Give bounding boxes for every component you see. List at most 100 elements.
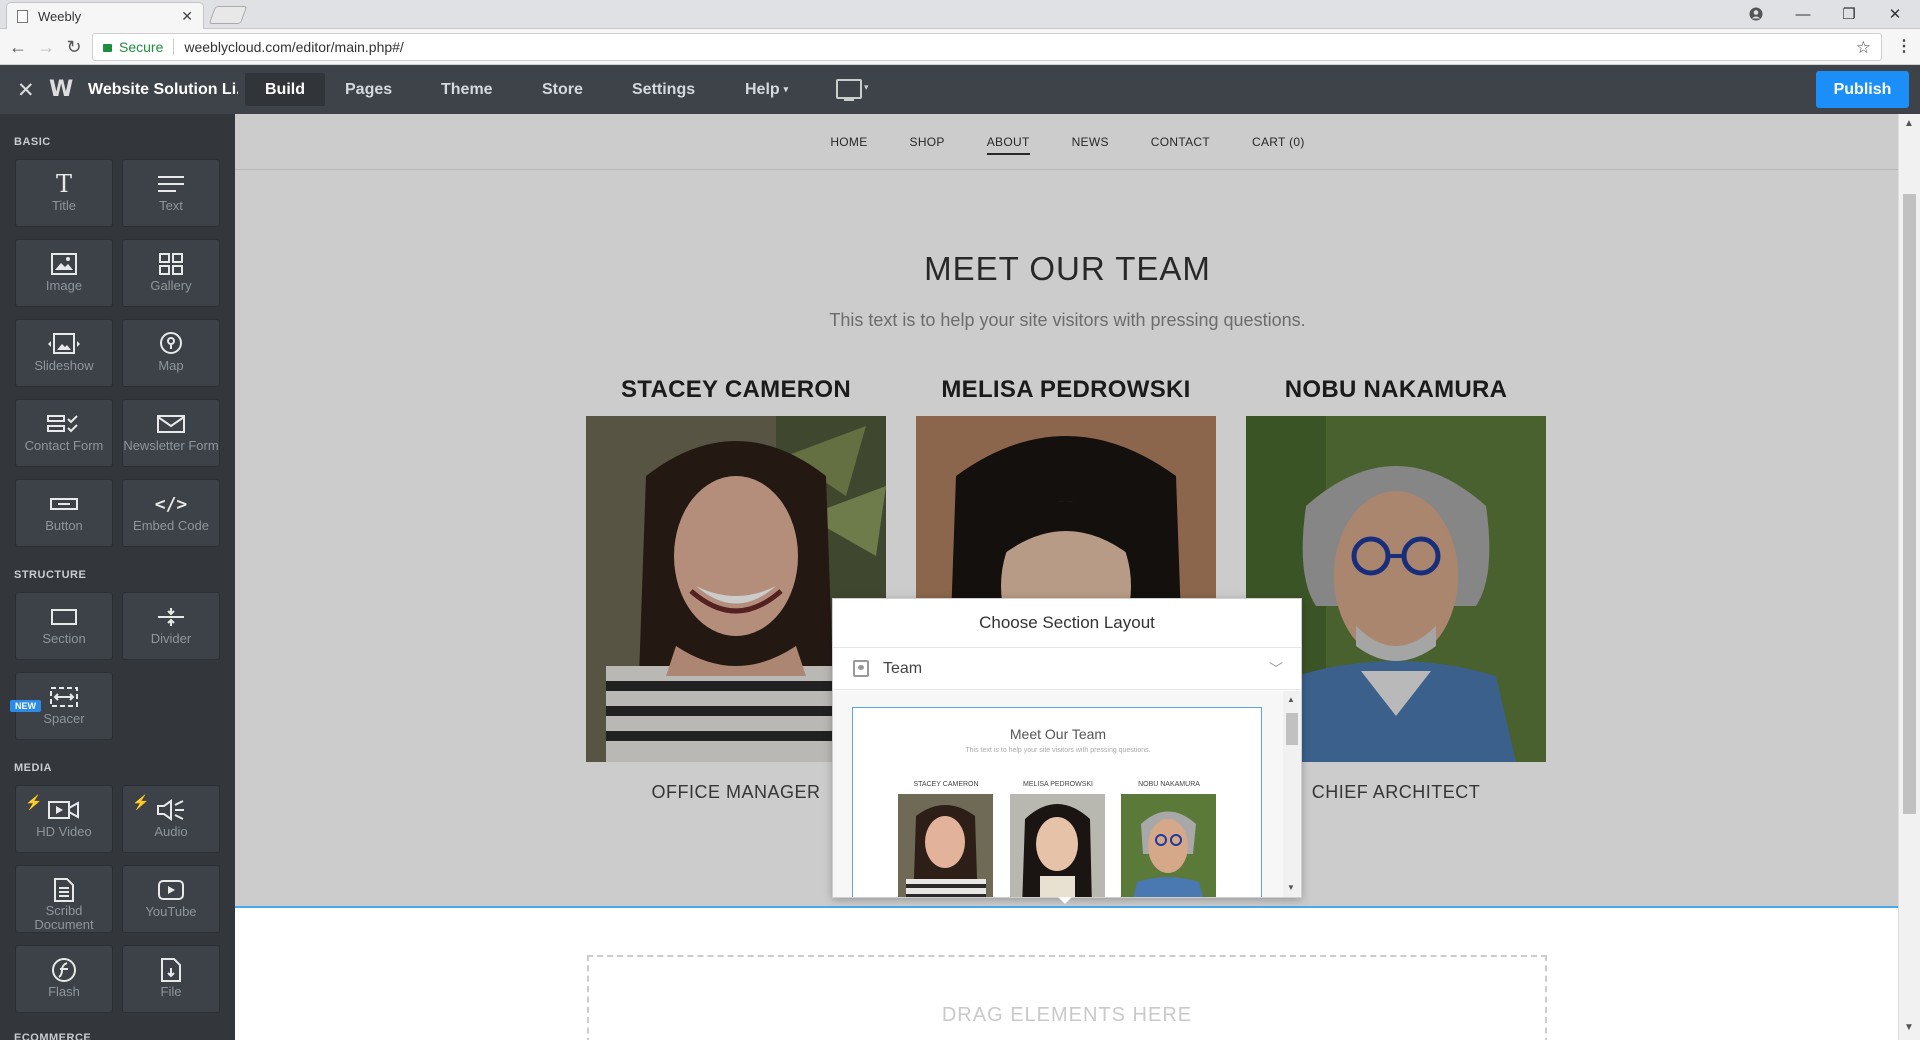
tab-help[interactable]: Help ▾ — [725, 73, 808, 106]
title-icon: T — [55, 170, 72, 198]
editor-topbar: ✕ W Website Solution Li... Build Pages T… — [0, 65, 1920, 114]
new-tab-button[interactable] — [208, 6, 248, 24]
element-audio[interactable]: ⚡ Audio — [122, 785, 220, 853]
element-label: Newsletter Form — [123, 438, 219, 453]
element-gallery[interactable]: Gallery — [122, 239, 220, 307]
layout-list: Meet Our Team This text is to help your … — [833, 691, 1301, 897]
gallery-grid-icon — [159, 251, 183, 277]
slideshow-icon — [45, 331, 83, 357]
drop-zone[interactable]: DRAG ELEMENTS HERE — [587, 955, 1547, 1040]
canvas-scrollbar[interactable]: ▲ ▼ — [1898, 114, 1920, 1040]
chevron-down-icon: ▾ — [783, 84, 789, 94]
layout-preview-subtitle: This text is to help your site visitors … — [965, 747, 1151, 754]
browser-menu-icon[interactable]: ⋮ — [1896, 36, 1912, 56]
popup-title: Choose Section Layout — [833, 599, 1301, 648]
text-lines-icon — [158, 171, 184, 197]
profile-icon[interactable] — [1733, 0, 1779, 28]
element-newsletter-form[interactable]: Newsletter Form — [122, 399, 220, 467]
element-divider[interactable]: Divider — [122, 592, 220, 660]
maximize-button[interactable]: ❐ — [1826, 0, 1872, 28]
element-map[interactable]: Map — [122, 319, 220, 387]
forward-icon[interactable]: → — [34, 35, 58, 59]
browser-toolbar: ← → ↻ Secure weeblycloud.com/editor/main… — [0, 29, 1920, 65]
scrollbar-thumb[interactable] — [1286, 713, 1298, 745]
tab-settings[interactable]: Settings — [612, 73, 715, 106]
element-image[interactable]: Image — [15, 239, 113, 307]
envelope-icon — [157, 411, 185, 437]
back-icon[interactable]: ← — [6, 35, 30, 59]
element-label: Map — [158, 358, 184, 373]
element-label: Divider — [150, 631, 192, 646]
tab-close-icon[interactable]: ✕ — [181, 8, 193, 25]
minimize-button[interactable]: — — [1780, 0, 1826, 28]
element-file[interactable]: File — [122, 945, 220, 1013]
secure-label: Secure — [119, 39, 164, 55]
layout-option-team[interactable]: Meet Our Team This text is to help your … — [852, 707, 1262, 897]
element-youtube[interactable]: YouTube — [122, 865, 220, 933]
layout-preview-title: Meet Our Team — [1009, 726, 1107, 742]
element-hd-video[interactable]: ⚡ HD Video — [15, 785, 113, 853]
layout-preview-name: MELISA PEDROWSKI — [1022, 781, 1094, 788]
page-icon — [17, 9, 28, 23]
scroll-up-icon[interactable]: ▲ — [1287, 695, 1295, 704]
elements-sidebar: BASIC T Title Text Image Gallery Slidesh… — [0, 114, 235, 1040]
browser-tab[interactable]: Weebly ✕ — [6, 2, 204, 29]
address-separator — [173, 39, 175, 55]
popup-pointer — [1058, 897, 1072, 904]
tab-store[interactable]: Store — [522, 73, 603, 106]
browser-tab-bar: Weebly ✕ — ❐ ✕ — [0, 0, 1920, 29]
element-label: HD Video — [36, 824, 92, 839]
element-embed-code[interactable]: </> Embed Code — [122, 479, 220, 547]
spacer-icon — [50, 684, 78, 710]
element-scribd-document[interactable]: Scribd Document — [15, 865, 113, 933]
divider-icon — [157, 604, 185, 630]
scroll-up-icon[interactable]: ▲ — [1904, 118, 1914, 129]
scroll-down-icon[interactable]: ▼ — [1287, 883, 1295, 892]
layout-list-scrollbar[interactable]: ▲ ▼ — [1283, 691, 1301, 897]
element-label: Flash — [48, 984, 80, 999]
tab-theme-label: Theme — [441, 80, 493, 98]
element-button[interactable]: Button — [15, 479, 113, 547]
tab-pages[interactable]: Pages — [325, 73, 412, 106]
tab-help-label: Help — [745, 80, 780, 98]
element-contact-form[interactable]: Contact Form — [15, 399, 113, 467]
publish-button[interactable]: Publish — [1816, 71, 1909, 108]
element-section[interactable]: Section — [15, 592, 113, 660]
choose-section-layout-popup: Choose Section Layout Team ﹀ Meet Our Te… — [832, 598, 1302, 904]
site-name[interactable]: Website Solution Li... — [88, 81, 238, 99]
tab-settings-label: Settings — [632, 80, 696, 98]
file-icon — [161, 957, 181, 983]
element-label: Scribd Document — [34, 903, 94, 932]
scrollbar-thumb[interactable] — [1903, 194, 1916, 814]
layout-preview-photo — [898, 794, 993, 897]
element-title[interactable]: T Title — [15, 159, 113, 227]
element-slideshow[interactable]: Slideshow — [15, 319, 113, 387]
close-editor-icon[interactable]: ✕ — [17, 78, 35, 103]
close-window-button[interactable]: ✕ — [1872, 0, 1918, 28]
layout-category-select[interactable]: Team ﹀ — [833, 648, 1301, 690]
tab-theme[interactable]: Theme — [421, 73, 513, 106]
element-text[interactable]: Text — [122, 159, 220, 227]
tab-build[interactable]: Build — [245, 73, 325, 106]
element-label: Gallery — [150, 278, 192, 293]
address-bar[interactable]: Secure weeblycloud.com/editor/main.php#/… — [92, 33, 1882, 61]
section-heading-structure: STRUCTURE — [14, 569, 87, 581]
lock-icon — [103, 44, 112, 52]
reload-icon[interactable]: ↻ — [62, 35, 86, 59]
url-text: weeblycloud.com/editor/main.php#/ — [184, 39, 404, 55]
element-label: Embed Code — [133, 518, 209, 533]
tab-store-label: Store — [542, 80, 583, 98]
element-label: Slideshow — [34, 358, 94, 373]
tab-title: Weebly — [38, 8, 82, 24]
layout-category-value: Team — [883, 659, 923, 677]
chevron-down-icon: ﹀ — [1269, 661, 1283, 677]
element-label: Title — [51, 198, 77, 213]
section-boundary-line — [235, 906, 1900, 908]
element-flash[interactable]: Flash — [15, 945, 113, 1013]
layout-preview-photo — [1121, 794, 1216, 897]
scroll-down-icon[interactable]: ▼ — [1904, 1022, 1914, 1033]
device-preview-icon[interactable] — [836, 79, 862, 101]
element-label: Contact Form — [24, 438, 104, 453]
premium-bolt-icon: ⚡ — [132, 794, 150, 810]
bookmark-star-icon[interactable]: ☆ — [1856, 38, 1871, 58]
